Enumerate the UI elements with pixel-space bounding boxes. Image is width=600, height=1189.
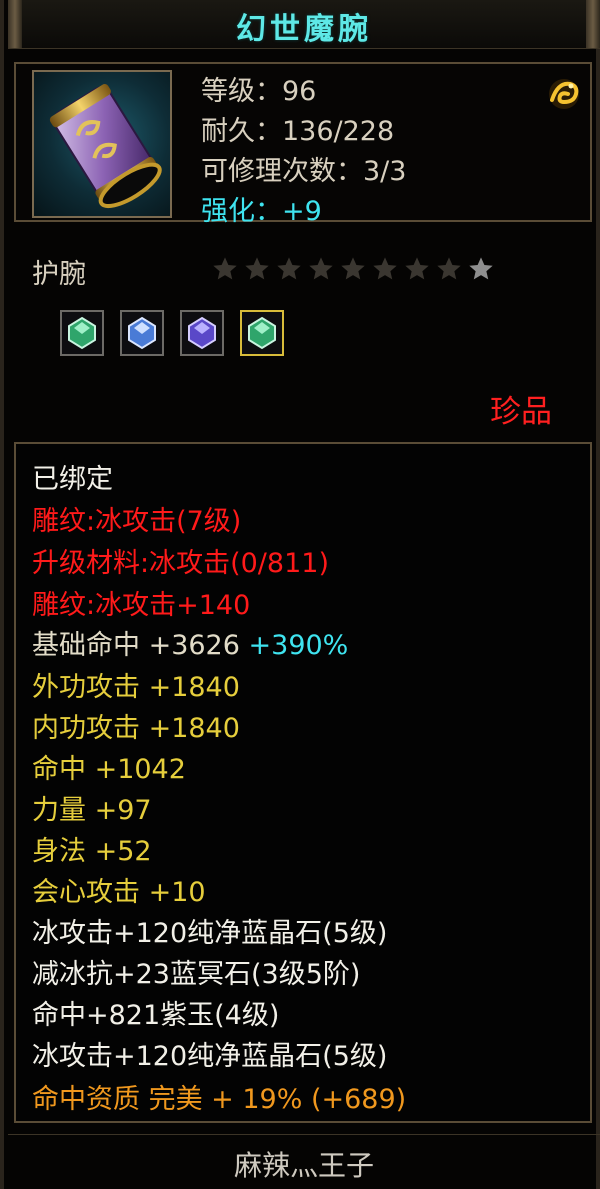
enhance-label: 强化 <box>201 196 255 227</box>
gem-bonus-line-4: 冰攻击+120纯净蓝晶石(5级) <box>32 1041 388 1072</box>
star-icon <box>245 257 269 280</box>
repair-count-value: 3/3 <box>363 156 407 187</box>
purple-gem-icon <box>188 316 216 350</box>
level-value: 96 <box>282 76 317 107</box>
item-summary-panel: 等级：96 耐久：136/228 可修理次数：3/3 强化：+9 <box>14 62 592 227</box>
level-label: 等级 <box>201 76 255 107</box>
gem-slot-2[interactable] <box>120 310 164 356</box>
gem-slot-4[interactable] <box>240 310 284 356</box>
bound-status: 已绑定 <box>32 464 113 495</box>
item-icon[interactable] <box>32 70 172 218</box>
gem-slot-1[interactable] <box>60 310 104 356</box>
footer-divider <box>8 1134 600 1135</box>
item-tooltip: 幻世魔腕 等级：96 耐久：136/228 可修理次数：3/3 强化：+9 护腕… <box>0 0 600 1189</box>
star-icon <box>213 257 237 280</box>
item-name: 幻世魔腕 <box>236 12 372 47</box>
star-icon-lit <box>469 257 493 280</box>
level-separator: ： <box>255 76 282 107</box>
green-gem-icon <box>68 316 96 350</box>
engrave-bonus-line: 雕纹:冰攻击+140 <box>32 590 251 621</box>
owner-name: 麻辣灬王子 <box>233 1149 374 1182</box>
star-icon <box>405 257 429 280</box>
star-icon <box>437 257 461 280</box>
base-hit-bonus: +390% <box>248 630 349 661</box>
enhance-value: +9 <box>282 196 322 227</box>
external-attack-line: 外功攻击 +1840 <box>32 672 240 703</box>
durability-separator: ： <box>255 116 282 147</box>
repair-count-separator: ： <box>336 156 363 187</box>
durability-row: 耐久：136/228 <box>201 114 406 154</box>
repair-count-label: 可修理次数 <box>201 156 336 187</box>
base-hit-value: 基础命中 +3626 <box>32 630 240 661</box>
gem-bonus-line-2: 减冰抗+23蓝冥石(3级5阶) <box>32 959 361 990</box>
green-gem-icon <box>248 316 276 350</box>
golden-dragon-icon <box>544 74 584 112</box>
repair-count-row: 可修理次数：3/3 <box>201 154 406 194</box>
strength-line: 力量 +97 <box>32 795 152 826</box>
enhance-separator: ： <box>255 196 282 227</box>
durability-value: 136/228 <box>282 116 395 147</box>
rarity-label: 珍品 <box>490 394 552 430</box>
hit-line: 命中 +1042 <box>32 754 186 785</box>
gem-slot-3[interactable] <box>180 310 224 356</box>
agility-line: 身法 +52 <box>32 836 152 867</box>
star-icon <box>277 257 301 280</box>
critical-attack-line: 会心攻击 +10 <box>32 877 206 908</box>
internal-attack-line: 内功攻击 +1840 <box>32 713 240 744</box>
gem-bonus-line-1: 冰攻击+120纯净蓝晶石(5级) <box>32 918 388 949</box>
star-icon <box>373 257 397 280</box>
level-row: 等级：96 <box>201 74 406 114</box>
gem-bonus-line-3: 命中+821紫玉(4级) <box>32 1000 280 1031</box>
enhance-row: 强化：+9 <box>201 194 406 234</box>
title-bar: 幻世魔腕 <box>8 0 600 49</box>
purple-gold-bracer-icon <box>49 84 162 209</box>
item-stats: 等级：96 耐久：136/228 可修理次数：3/3 强化：+9 <box>201 74 406 234</box>
star-icon <box>341 257 365 280</box>
upgrade-material-line: 升级材料:冰攻击(0/811) <box>32 548 329 579</box>
blue-gem-icon <box>128 316 156 350</box>
durability-label: 耐久 <box>201 116 255 147</box>
star-icon <box>309 257 333 280</box>
hit-quality-line: 命中资质 完美 + 19% (+689) <box>32 1084 407 1115</box>
base-hit-line: 基础命中 +3626 +390% <box>32 626 348 666</box>
engrave-level-line: 雕纹:冰攻击(7级) <box>32 506 242 537</box>
item-type: 护腕 <box>32 259 86 290</box>
